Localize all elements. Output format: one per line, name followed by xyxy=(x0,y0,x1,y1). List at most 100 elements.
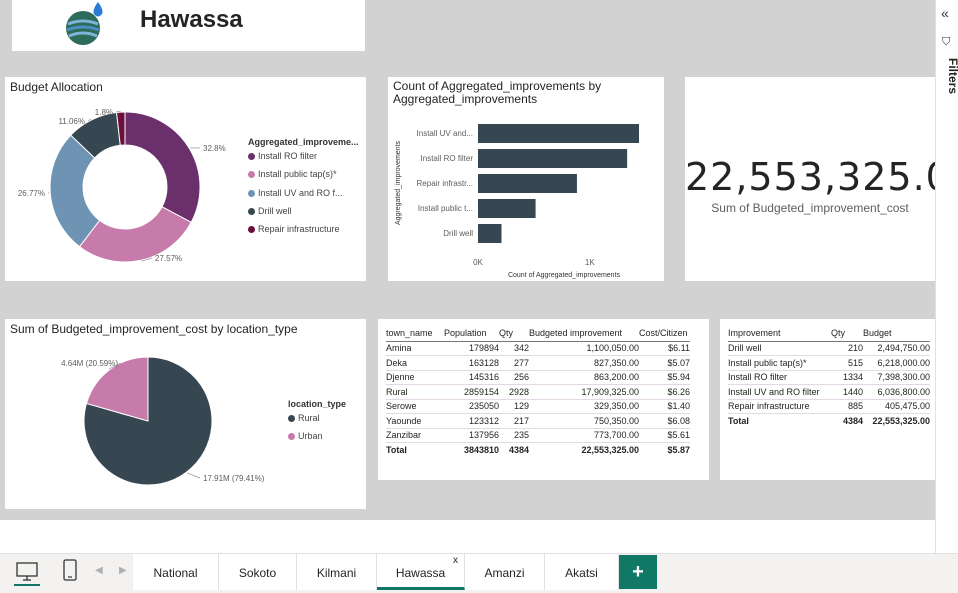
table-row[interactable]: Install UV and RO filter 1440 6,036,800.00 xyxy=(728,384,930,400)
improvement-table-visual[interactable]: Improvement Qty Budget Drill well 210 2,49… xyxy=(720,319,935,480)
close-tab-icon[interactable]: x xyxy=(453,542,458,580)
table-cell: 515 xyxy=(831,355,863,371)
legend-item-install-ro-filter[interactable]: Install RO filter xyxy=(248,151,317,161)
y-axis-title: Aggregated_improvements xyxy=(395,140,402,225)
legend-dot xyxy=(248,171,255,178)
table-cell: 2859154 xyxy=(444,384,499,400)
bar[interactable] xyxy=(478,199,536,218)
legend-dot xyxy=(248,208,255,215)
tab-national[interactable]: National xyxy=(133,554,219,590)
column-header[interactable]: Budget xyxy=(863,321,930,342)
legend-item-install-uv-ro[interactable]: Install UV and RO f... xyxy=(248,188,343,198)
kpi-card[interactable]: 22,553,325.00 Sum of Budgeted_improvemen… xyxy=(685,77,935,281)
table-total-cell: Total xyxy=(386,442,444,457)
bar[interactable] xyxy=(478,149,628,168)
location-legend-title: location_type xyxy=(288,399,347,409)
table-total-row: Total 3843810 4384 22,553,325.00 $5.87 xyxy=(386,442,690,457)
legend-item-rural[interactable]: Rural xyxy=(288,413,320,423)
mobile-view-button[interactable] xyxy=(62,558,78,584)
table-row[interactable]: Amina 179894 342 1,100,050.00 $6.11 xyxy=(386,341,690,356)
tab-amanzi[interactable]: Amanzi xyxy=(465,554,545,590)
table-row[interactable]: Install public tap(s)* 515 6,218,000.00 xyxy=(728,355,930,371)
bar[interactable] xyxy=(478,174,577,193)
table-total-cell: Total xyxy=(728,413,831,428)
tab-akatsi[interactable]: Akatsi xyxy=(545,554,619,590)
legend-item-urban[interactable]: Urban xyxy=(288,431,323,441)
tab-sokoto[interactable]: Sokoto xyxy=(219,554,297,590)
table-cell: 179894 xyxy=(444,341,499,356)
table-row[interactable]: Deka 163128 277 827,350.00 $5.07 xyxy=(386,355,690,371)
legend-label: Repair infrastructure xyxy=(258,224,340,234)
column-header[interactable]: Qty xyxy=(499,321,529,342)
bar[interactable] xyxy=(478,224,502,243)
column-header[interactable]: Population xyxy=(444,321,499,342)
add-page-button[interactable]: + xyxy=(619,555,657,589)
previous-tabs-icon[interactable]: ◀ xyxy=(95,565,103,576)
legend-item-install-public-tap[interactable]: Install public tap(s)* xyxy=(248,169,337,179)
collapse-pane-icon[interactable]: « xyxy=(941,6,949,20)
canvas-footer-area xyxy=(0,520,935,553)
table-cell: 17,909,325.00 xyxy=(529,384,639,400)
bar[interactable] xyxy=(478,124,639,143)
kpi-value: 22,553,325.00 xyxy=(685,155,935,199)
legend-label: Install RO filter xyxy=(258,151,318,161)
report-canvas: Hawassa Budget Allocation 32.8% 27.57% 26.… xyxy=(0,0,935,520)
table-row[interactable]: Djenne 145316 256 863,200.00 $5.94 xyxy=(386,370,690,385)
table-row[interactable]: Zanzibar 137956 235 773,700.00 $5.61 xyxy=(386,428,690,443)
filters-pane[interactable]: « ⛉ Filters xyxy=(935,0,958,553)
table-cell: 137956 xyxy=(444,428,499,443)
table-row[interactable]: Serowe 235050 129 329,350.00 $1.40 xyxy=(386,399,690,414)
filters-label[interactable]: Filters xyxy=(946,58,958,94)
table-row[interactable]: Rural 2859154 2928 17,909,325.00 $6.26 xyxy=(386,384,690,400)
x-axis-title: Count of Aggregated_improvements xyxy=(508,272,621,279)
table-row[interactable]: Repair infrastructure 885 405,475.00 xyxy=(728,399,930,414)
table-cell: Repair infrastructure xyxy=(728,399,831,414)
legend-label: Install UV and RO f... xyxy=(258,188,343,198)
table-row[interactable]: Install RO filter 1334 7,398,300.00 xyxy=(728,370,930,385)
table-total-row: Total 4384 22,553,325.00 xyxy=(728,413,930,428)
budget-donut-chart[interactable]: 32.8% 27.57% 26.77% 11.06% 1.8% xyxy=(5,77,366,281)
table-cell: Rural xyxy=(386,384,444,400)
table-row[interactable]: Drill well 210 2,494,750.00 xyxy=(728,341,930,356)
slice-data-label: 17.91M (79.41%) xyxy=(203,474,265,483)
town-table-visual[interactable]: town_name Population Qty Budgeted improv… xyxy=(378,319,709,480)
tab-label: Akatsi xyxy=(565,566,598,580)
table-total-cell: $5.87 xyxy=(639,442,690,457)
column-header[interactable]: Qty xyxy=(831,321,863,342)
table-cell: 405,475.00 xyxy=(863,399,930,414)
legend-item-drill-well[interactable]: Drill well xyxy=(248,206,292,216)
legend-dot xyxy=(288,415,295,422)
table-cell: $6.26 xyxy=(639,384,690,400)
filter-icon[interactable]: ⛉ xyxy=(942,36,950,49)
legend-label: Install public tap(s)* xyxy=(258,169,337,179)
column-header[interactable]: Budgeted improvement xyxy=(529,321,639,342)
tab-kilmani[interactable]: Kilmani xyxy=(297,554,377,590)
table-cell: 217 xyxy=(499,413,529,429)
slice-data-label: 27.57% xyxy=(155,254,182,263)
desktop-view-button[interactable] xyxy=(14,560,40,586)
next-tabs-icon[interactable]: ▶ xyxy=(119,565,127,576)
count-bar-chart[interactable]: Aggregated_improvements Install UV and...… xyxy=(388,77,664,281)
table-cell: $6.11 xyxy=(639,341,690,356)
column-header[interactable]: Improvement xyxy=(728,321,831,342)
donut-slice[interactable] xyxy=(124,111,201,223)
tab-hawassa[interactable]: Hawassa x xyxy=(377,554,465,590)
count-improvements-visual[interactable]: Count of Aggregated_improvements by Aggr… xyxy=(388,77,664,281)
slice-data-label: 4.64M (20.59%) xyxy=(61,359,118,368)
table-cell: $5.61 xyxy=(639,428,690,443)
y-tick-label: Repair infrastr... xyxy=(417,179,473,188)
table-header-row: town_name Population Qty Budgeted improv… xyxy=(386,321,690,342)
column-header[interactable]: Cost/Citizen xyxy=(639,321,690,342)
table-cell: 329,350.00 xyxy=(529,399,639,414)
legend-item-repair-infrastructure[interactable]: Repair infrastructure xyxy=(248,224,340,234)
location-type-visual[interactable]: Sum of Budgeted_improvement_cost by loca… xyxy=(5,319,366,509)
table-row[interactable]: Yaounde 123312 217 750,350.00 $6.08 xyxy=(386,413,690,429)
budget-allocation-visual[interactable]: Budget Allocation 32.8% 27.57% 26.77% 11.06… xyxy=(5,77,366,281)
header-card: Hawassa xyxy=(12,0,365,51)
legend-label: Drill well xyxy=(258,206,292,216)
improvement-table: Improvement Qty Budget Drill well 210 2,49… xyxy=(728,321,930,428)
table-cell: 163128 xyxy=(444,355,499,371)
column-header[interactable]: town_name xyxy=(386,321,444,342)
table-cell: Amina xyxy=(386,341,444,356)
tab-label: National xyxy=(153,566,198,580)
